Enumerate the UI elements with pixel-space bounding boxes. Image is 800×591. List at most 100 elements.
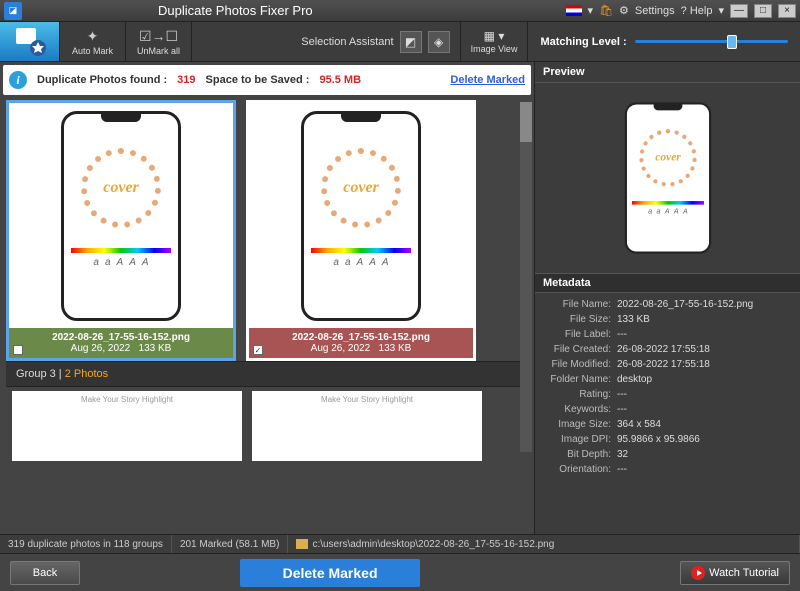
window-title: Duplicate Photos Fixer Pro	[158, 3, 313, 18]
delete-marked-button[interactable]: Delete Marked	[240, 559, 420, 587]
thumbnail-size: 133 KB	[139, 343, 172, 354]
metadata-header: Metadata	[535, 273, 800, 293]
group-count: 2 Photos	[65, 368, 108, 380]
thumbnail-card[interactable]: Make Your Story Highlight	[252, 391, 482, 461]
metadata-row: Keywords:---	[535, 402, 800, 417]
metadata-label: Rating:	[541, 389, 617, 400]
metadata-label: Image Size:	[541, 419, 617, 430]
space-saved-value: 95.5 MB	[319, 74, 361, 86]
cover-text: cover	[343, 179, 379, 197]
wand-icon: ✦	[87, 28, 99, 45]
cover-text: cover	[103, 179, 139, 197]
metadata-label: Bit Depth:	[541, 449, 617, 460]
metadata-row: Orientation:---	[535, 462, 800, 477]
metadata-row: Image DPI:95.9866 x 95.9866	[535, 432, 800, 447]
selection-tool-1-button[interactable]: ◩	[400, 31, 422, 53]
cover-text: cover	[655, 151, 681, 164]
watch-tutorial-button[interactable]: Watch Tutorial	[680, 561, 790, 585]
settings-link[interactable]: Settings	[635, 5, 675, 17]
thumbnail-filename: 2022-08-26_17-55-16-152.png	[15, 332, 227, 343]
metadata-value: ---	[617, 404, 627, 415]
thumbnail-checkbox[interactable]	[13, 345, 23, 355]
thumbnail-preview-text: Make Your Story Highlight	[81, 395, 173, 404]
metadata-label: Keywords:	[541, 404, 617, 415]
metadata-row: File Created:26-08-2022 17:55:18	[535, 342, 800, 357]
matching-level-label: Matching Level :	[540, 36, 626, 48]
selection-assistant-section: Selection Assistant ◩ ◈	[192, 22, 461, 61]
back-button[interactable]: Back	[10, 561, 80, 585]
metadata-value: desktop	[617, 374, 652, 385]
info-icon: i	[9, 71, 27, 89]
matching-level-section: Matching Level :	[528, 22, 800, 61]
maximize-button[interactable]: □	[754, 4, 772, 18]
thumbnail-image: cover aaAAA	[9, 103, 233, 328]
auto-mark-button[interactable]: ✦ Auto Mark	[60, 22, 126, 61]
metadata-label: File Size:	[541, 314, 617, 325]
metadata-value: 26-08-2022 17:55:18	[617, 359, 710, 370]
toolbar: ✦ Auto Mark ☑→☐ UnMark all Selection Ass…	[0, 22, 800, 62]
thumbnail-caption: 2022-08-26_17-55-16-152.png Aug 26, 2022…	[9, 328, 233, 358]
matching-level-slider[interactable]	[635, 40, 788, 43]
chevron-down-icon[interactable]: ▾	[588, 4, 594, 17]
metadata-value: 32	[617, 449, 628, 460]
delete-marked-link[interactable]: Delete Marked	[450, 74, 525, 86]
thumbnail-card[interactable]: cover aaAAA 2022-08-26_17-55-16-152.png …	[6, 100, 236, 361]
thumbnail-card[interactable]: cover aaAAA ✓ 2022-08-26_17-55-16-152.pn…	[246, 100, 476, 361]
titlebar: ◪ Duplicate Photos Fixer Pro ▾ 🛍 ⚙ Setti…	[0, 0, 800, 22]
slider-thumb[interactable]	[727, 35, 737, 49]
metadata-label: File Modified:	[541, 359, 617, 370]
vertical-scrollbar[interactable]	[520, 102, 532, 452]
folder-icon	[296, 539, 308, 549]
scrollbar-thumb[interactable]	[520, 102, 532, 142]
thumbnail-preview-text: Make Your Story Highlight	[321, 395, 413, 404]
shop-icon[interactable]: 🛍	[599, 4, 613, 17]
metadata-value: 2022-08-26_17-55-16-152.png	[617, 299, 753, 310]
metadata-row: Rating:---	[535, 387, 800, 402]
metadata-row: File Label:---	[535, 327, 800, 342]
unmark-icon: ☑→☐	[139, 28, 178, 45]
image-view-section[interactable]: ▦ ▾ Image View	[461, 22, 529, 61]
metadata-row: Image Size:364 x 584	[535, 417, 800, 432]
selection-tool-2-button[interactable]: ◈	[428, 31, 450, 53]
metadata-value: 26-08-2022 17:55:18	[617, 344, 710, 355]
selection-assistant-label: Selection Assistant	[301, 36, 393, 48]
metadata-value: ---	[617, 464, 627, 475]
metadata-label: Folder Name:	[541, 374, 617, 385]
thumbnail-checkbox[interactable]: ✓	[253, 345, 263, 355]
status-marked: 201 Marked (58.1 MB)	[172, 535, 289, 553]
metadata-value: ---	[617, 329, 627, 340]
chevron-down-icon[interactable]: ▾	[718, 4, 724, 17]
status-dup-groups: 319 duplicate photos in 118 groups	[0, 535, 172, 553]
language-flag-icon[interactable]	[566, 5, 582, 16]
metadata-label: Orientation:	[541, 464, 617, 475]
metadata-value: 364 x 584	[617, 419, 661, 430]
metadata-label: File Created:	[541, 344, 617, 355]
metadata-label: File Label:	[541, 329, 617, 340]
group-number: Group 3	[16, 368, 56, 380]
minimize-button[interactable]: —	[730, 4, 748, 18]
metadata-row: Folder Name:desktop	[535, 372, 800, 387]
help-link[interactable]: ? Help	[681, 5, 713, 17]
info-bar: i Duplicate Photos found : 319 Space to …	[3, 65, 531, 95]
app-logo-large	[0, 22, 60, 61]
thumbnail-image: cover aaAAA	[249, 103, 473, 328]
preview-header: Preview	[535, 62, 800, 83]
image-view-label: Image View	[471, 44, 518, 54]
grid-icon: ▦ ▾	[484, 29, 505, 43]
unmark-all-button[interactable]: ☑→☐ UnMark all	[126, 22, 192, 61]
thumbnails-area: cover aaAAA 2022-08-26_17-55-16-152.png …	[0, 98, 534, 534]
watch-tutorial-label: Watch Tutorial	[709, 567, 779, 579]
close-button[interactable]: ×	[778, 4, 796, 18]
group-header: Group 3 | 2 Photos	[6, 361, 528, 387]
thumbnail-filename: 2022-08-26_17-55-16-152.png	[255, 332, 467, 343]
results-panel: i Duplicate Photos found : 319 Space to …	[0, 62, 534, 534]
footer: Back Delete Marked Watch Tutorial	[0, 553, 800, 591]
thumbnail-card[interactable]: Make Your Story Highlight	[12, 391, 242, 461]
status-path: c:\users\admin\desktop\2022-08-26_17-55-…	[288, 535, 800, 553]
auto-mark-label: Auto Mark	[72, 46, 113, 56]
metadata-row: Bit Depth:32	[535, 447, 800, 462]
metadata-table: File Name:2022-08-26_17-55-16-152.pngFil…	[535, 293, 800, 481]
thumbnail-date: Aug 26, 2022	[71, 343, 131, 354]
dup-found-label: Duplicate Photos found :	[37, 74, 167, 86]
gear-icon: ⚙	[619, 4, 629, 17]
